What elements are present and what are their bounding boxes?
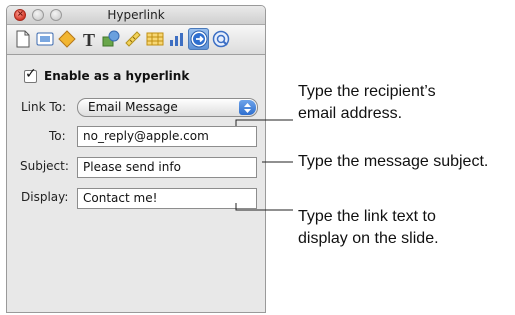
recipient-callout: Type the recipient’s email address. <box>298 81 436 125</box>
recipient-leader-line <box>235 119 293 126</box>
recipient-callout-line2: email address. <box>298 105 403 122</box>
display-callout-line2: display on the slide. <box>298 230 439 247</box>
recipient-callout-line1: Type the recipient’s <box>298 83 436 100</box>
subject-callout: Type the message subject. <box>298 153 489 170</box>
display-leader-line <box>235 203 293 211</box>
display-callout: Type the link text to display on the sli… <box>298 206 439 250</box>
display-callout-line1: Type the link text to <box>298 208 436 225</box>
